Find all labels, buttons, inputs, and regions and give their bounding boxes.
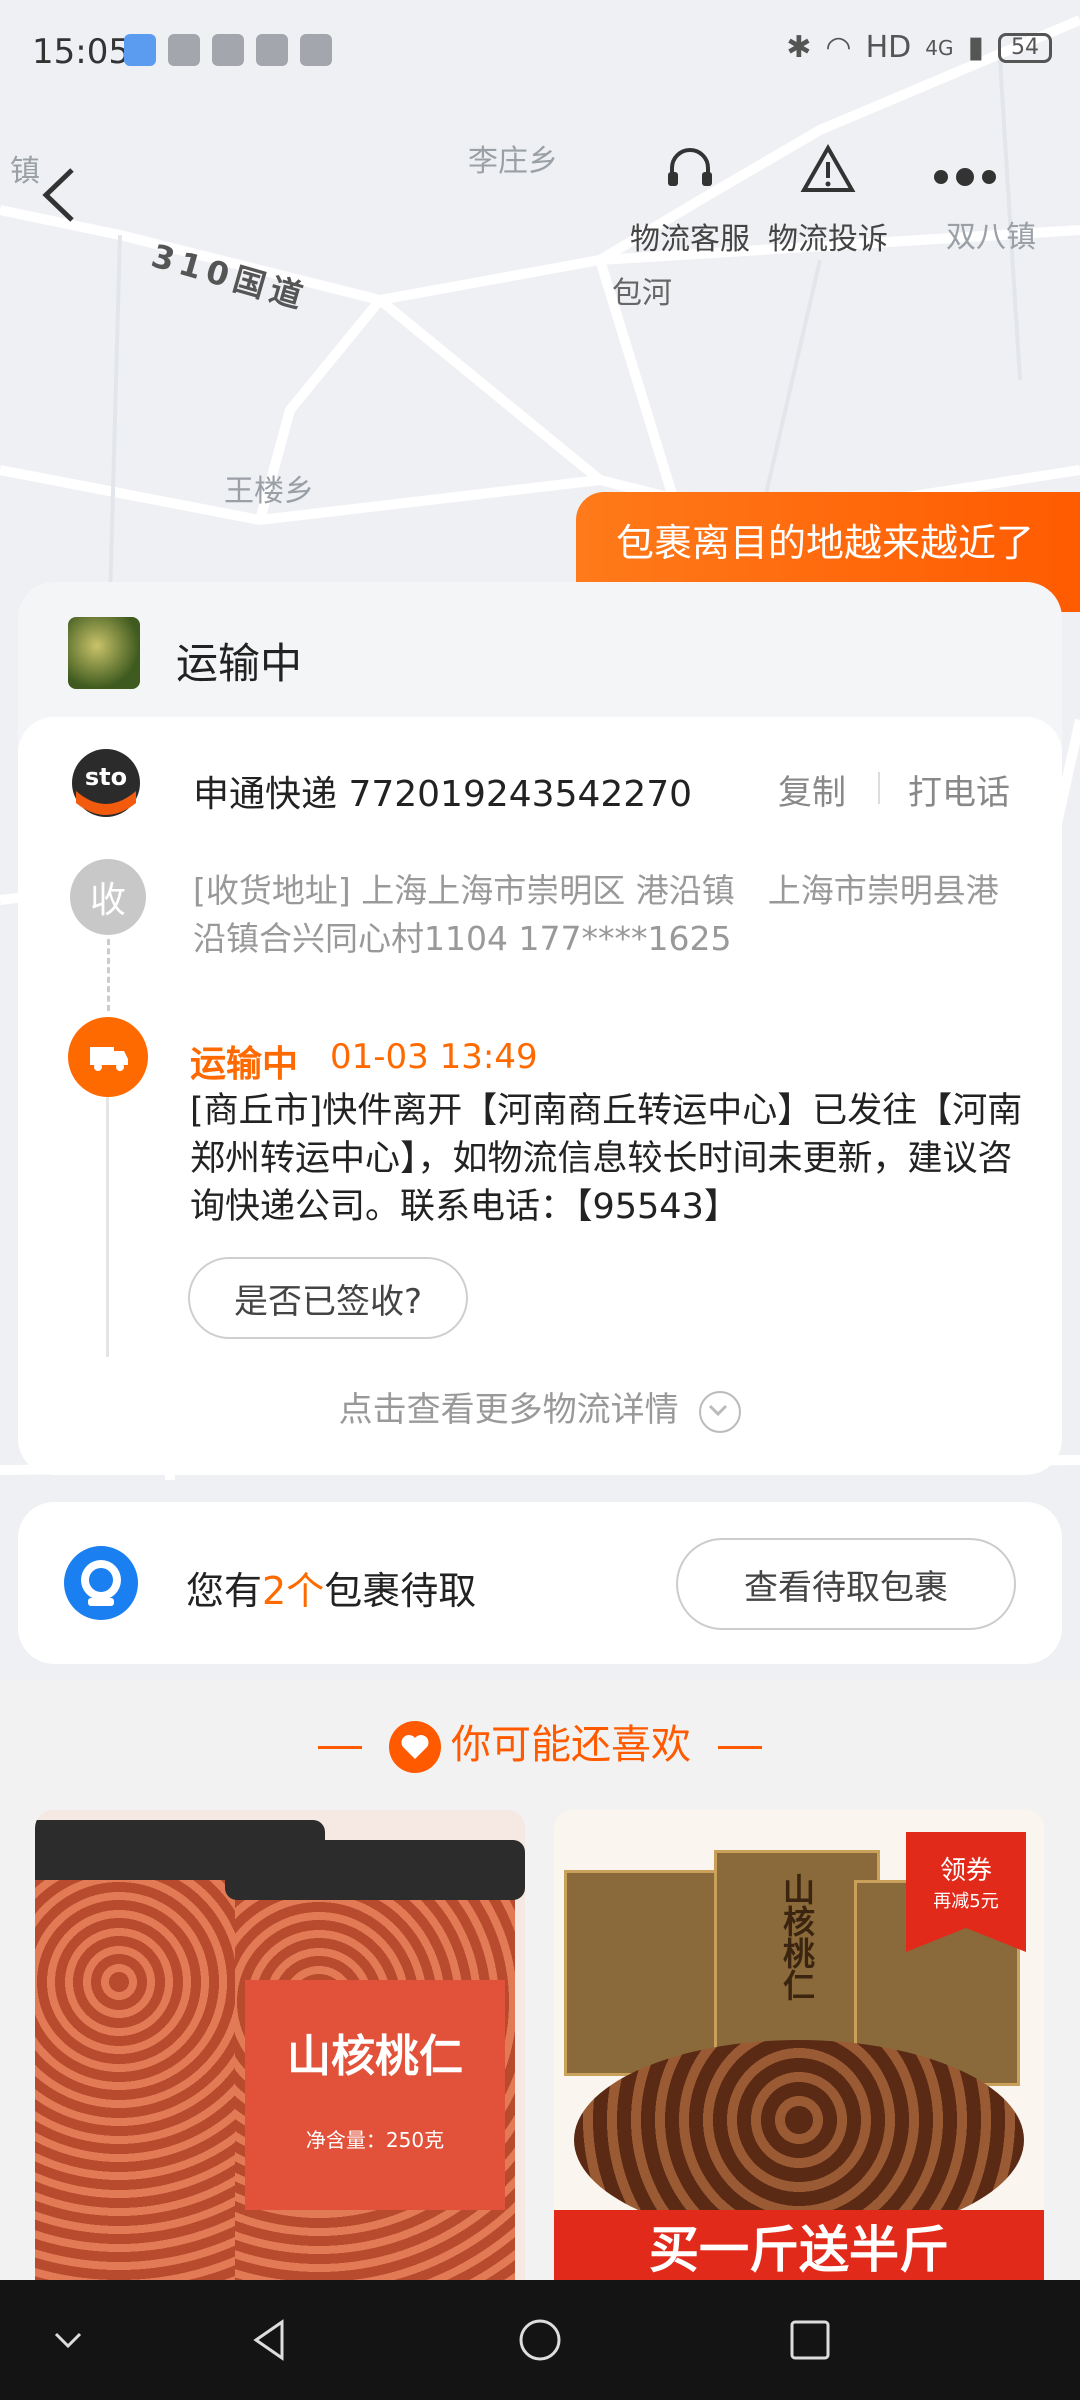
home-icon[interactable] <box>516 2316 564 2364</box>
bluetooth-icon: ✱ <box>786 30 812 65</box>
back-arrow-icon <box>42 168 74 222</box>
recommend-title: 你可能还喜欢 <box>451 1722 691 1768</box>
divider <box>717 1745 762 1749</box>
wifi-icon: ◠ <box>825 30 852 65</box>
status-bar: 15:05 ✱ ◠ HD 4G ▮ 54 <box>0 0 1080 110</box>
more-details-link[interactable]: 点击查看更多物流详情 <box>18 1382 1062 1433</box>
call-button[interactable]: 打电话 <box>908 765 1010 814</box>
wechat-icon <box>168 34 200 66</box>
logistics-complaint-button[interactable]: 物流投诉 <box>768 140 888 258</box>
product-image <box>564 1870 730 2076</box>
dot-icon <box>956 168 974 186</box>
product-thumbnail[interactable] <box>68 617 140 689</box>
truck-icon <box>68 1017 148 1097</box>
recents-icon[interactable] <box>786 2316 834 2364</box>
sto-logo-icon: sto <box>72 749 140 817</box>
shipment-status-title: 运输中 <box>176 639 303 688</box>
pending-prefix: 您有 <box>186 1569 263 1613</box>
pending-suffix: 包裹待取 <box>324 1569 477 1613</box>
timeline-line <box>106 1097 109 1357</box>
map-label: 包河 <box>612 276 672 311</box>
pending-packages-text: 您有2个包裹待取 <box>186 1560 476 1615</box>
app-notification-icon <box>124 34 156 66</box>
bubble-title: 包裹离目的地越来越近了 <box>616 521 1035 565</box>
pending-packages-card: 您有2个包裹待取 查看待取包裹 <box>18 1502 1062 1664</box>
warning-icon <box>800 143 856 192</box>
headset-icon <box>668 148 712 186</box>
battery-icon: 54 <box>998 32 1052 63</box>
courier-logo-text: sto <box>85 763 127 791</box>
dot-icon <box>982 170 996 184</box>
logistics-card: 运输中 sto 申通快递 772019243542270 复制 打电话 收 [收… <box>18 582 1062 1475</box>
recommend-section-title: 你可能还喜欢 <box>0 1712 1080 1773</box>
status-right: ✱ ◠ HD 4G ▮ 54 <box>786 30 1052 65</box>
tracking-panel: sto 申通快递 772019243542270 复制 打电话 收 [收货地址]… <box>18 717 1062 1475</box>
product-card[interactable]: 山核桃仁 净含量：250克 <box>35 1810 525 2280</box>
courier-logo: sto <box>70 747 142 819</box>
product-sub: 净含量：250克 <box>305 2128 445 2152</box>
card-header: 运输中 <box>18 582 1062 717</box>
latest-description: [商丘市]快件离开【河南商丘转运中心】已发往【河南郑州转运中心】，如物流信息较长… <box>190 1091 1023 1227</box>
wechat-icon <box>212 34 244 66</box>
product-label: 山核桃仁 <box>778 1873 816 2001</box>
product-label: 山核桃仁 <box>287 2031 463 2082</box>
more-options-button[interactable] <box>934 168 996 186</box>
network-type: HD <box>865 30 912 65</box>
latest-status: 运输中 <box>190 1044 299 1085</box>
divider <box>878 772 880 804</box>
complaint-label: 物流投诉 <box>768 222 888 257</box>
product-image: 山核桃仁 净含量：250克 <box>225 1840 525 2280</box>
gallery-icon <box>256 34 288 66</box>
system-navigation-bar <box>0 2280 1080 2400</box>
more-details-label: 点击查看更多物流详情 <box>338 1390 679 1430</box>
status-time: 15:05 <box>32 32 130 72</box>
coupon-label: 领券 <box>939 1856 992 1886</box>
back-button[interactable] <box>36 160 86 230</box>
coupon-sub: 再减5元 <box>933 1891 999 1912</box>
timeline-dashed-line <box>107 939 110 1011</box>
chevron-down-icon <box>699 1390 742 1433</box>
signal-type: 4G <box>925 35 954 60</box>
signed-confirm-button[interactable]: 是否已签收? <box>188 1257 468 1339</box>
copy-button[interactable]: 复制 <box>778 765 846 814</box>
latest-time: 01-03 13:49 <box>330 1037 538 1077</box>
logistics-service-button[interactable]: 物流客服 <box>630 140 750 258</box>
notification-icons <box>124 34 332 66</box>
promo-banner: 买一斤送半斤 <box>554 2210 1044 2280</box>
receive-icon: 收 <box>70 859 146 935</box>
collapse-icon[interactable] <box>44 2316 92 2364</box>
dot-icon <box>934 170 948 184</box>
map-label: 王楼乡 <box>224 474 314 509</box>
delivery-address: [收货地址] 上海上海市崇明区 港沿镇 上海市崇明县港沿镇合兴同心村1104 1… <box>193 871 999 958</box>
product-card[interactable]: 山核桃仁 领券 再减5元 买一斤送半斤 <box>554 1810 1044 2280</box>
divider <box>318 1745 363 1749</box>
signal-icon: ▮ <box>967 30 984 65</box>
heart-icon <box>389 1721 441 1773</box>
view-pending-packages-button[interactable]: 查看待取包裹 <box>676 1538 1016 1630</box>
map-label: 李庄乡 <box>468 144 558 179</box>
courier-tracking-number: 申通快递 772019243542270 <box>193 774 693 815</box>
back-nav-icon[interactable] <box>246 2316 294 2364</box>
cainiao-station-icon <box>64 1546 138 1620</box>
service-label: 物流客服 <box>630 222 750 257</box>
pending-count: 2个 <box>262 1569 325 1613</box>
sync-icon <box>300 34 332 66</box>
map-label: 双八镇 <box>946 220 1036 255</box>
